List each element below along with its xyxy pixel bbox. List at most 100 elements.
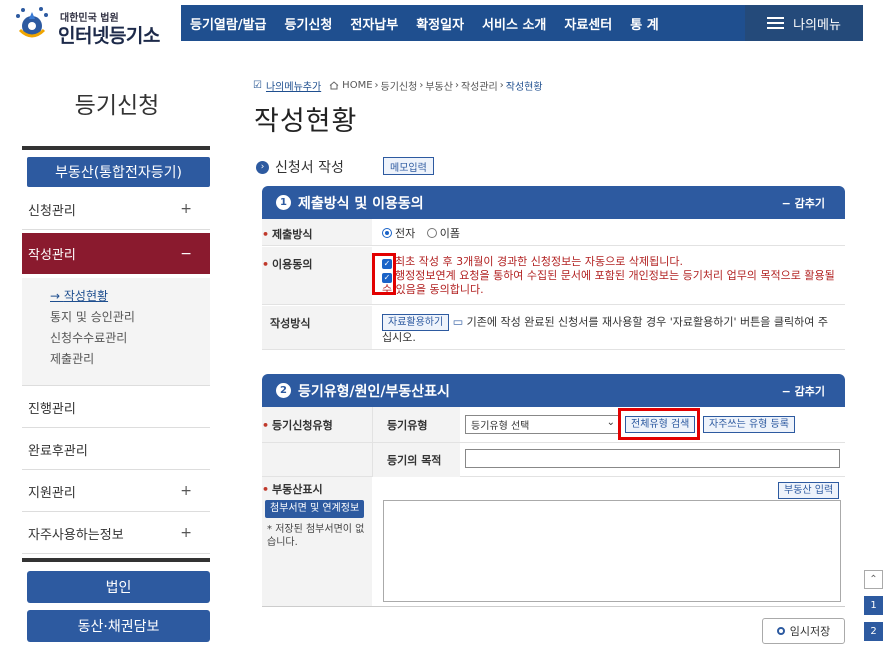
sidebar-item-frequent-info[interactable]: 자주사용하는정보 + <box>22 513 210 554</box>
panel-title: 제출방식 및 이용동의 <box>298 195 424 212</box>
scroll-top-icon[interactable]: ⌃ <box>864 570 883 589</box>
breadcrumb-home[interactable]: HOME <box>342 80 372 91</box>
panel-submission-consent-header: 1 제출방식 및 이용동의 − 감추기 <box>262 186 845 219</box>
menu-service-intro[interactable]: 서비스 소개 <box>473 14 555 33</box>
step-number-badge: 1 <box>276 195 291 210</box>
breadcrumb-real-estate[interactable]: 부동산 <box>425 78 453 93</box>
real-estate-input-button[interactable]: 부동산 입력 <box>778 482 840 499</box>
register-frequent-type-button[interactable]: 자주쓰는 유형 등록 <box>703 416 795 433</box>
submit-method-options: 전자 이폼 <box>372 219 845 245</box>
logo-title: 인터넷등기소 <box>58 25 160 47</box>
sidebar-item-apply-manage[interactable]: 신청관리 + <box>22 189 210 230</box>
attachments-linked-info-button[interactable]: 첨부서면 및 연계정보 <box>265 500 365 518</box>
required-marker: • <box>262 419 270 432</box>
menu-registry-apply[interactable]: 등기신청 <box>276 14 342 33</box>
corporation-button[interactable]: 법인 <box>27 571 210 603</box>
field-label: • 제출방식 <box>262 219 372 245</box>
menu-statistics[interactable]: 통 계 <box>621 14 667 33</box>
hamburger-icon <box>767 17 785 29</box>
radio-electronic[interactable] <box>382 228 392 238</box>
breadcrumb-current: 작성현황 <box>505 82 543 93</box>
submenu-item-notice-approval[interactable]: 통지 및 승인관리 <box>50 308 210 329</box>
row-divider <box>262 442 845 443</box>
required-marker: • <box>262 258 270 271</box>
breadcrumb-registry-apply[interactable]: 등기신청 <box>381 78 418 93</box>
radio-eform[interactable] <box>426 228 437 238</box>
submenu-item-submit-manage[interactable]: 제출관리 <box>50 350 210 371</box>
page-title: 작성현황 <box>254 106 358 137</box>
favorite-check-icon: ☑ <box>253 80 262 91</box>
add-my-menu-link[interactable]: 나의메뉴추가 <box>266 78 321 93</box>
breadcrumb-separator: › <box>419 80 424 91</box>
consent-item-2: ✓ 행정정보연계 요청을 통하여 수집된 문서에 포함된 개인정보는 등기처리 업… <box>382 269 835 296</box>
sidebar-item-label: 자주사용하는정보 <box>28 527 124 543</box>
registry-purpose-label: 등기의 목적 <box>387 454 442 467</box>
field-label: • 이용동의 <box>262 247 372 304</box>
expand-icon: + <box>180 201 192 217</box>
sidebar-item-progress-manage[interactable]: 진행관리 <box>22 387 210 428</box>
panel-title: 등기유형/원인/부동산표시 <box>298 383 450 400</box>
consent-item-1: ✓ 최초 작성 후 3개월이 경과한 신청정보는 자동으로 삭제됩니다. <box>382 255 683 269</box>
registry-type-select[interactable]: 등기유형 선택 ⌄ <box>465 415 620 434</box>
expand-icon: + <box>180 483 192 499</box>
breadcrumb-separator: › <box>454 80 459 91</box>
sidebar-section-header[interactable]: 부동산(통합전자등기) <box>27 157 210 187</box>
section-title-label: 신청서 작성 <box>275 160 344 176</box>
my-menu-button[interactable]: 나의메뉴 <box>745 5 863 41</box>
section-title: › 신청서 작성 <box>256 157 344 177</box>
expand-icon: + <box>180 525 192 541</box>
hide-panel-toggle[interactable]: − 감추기 <box>782 383 825 399</box>
sidebar-item-label: 완료후관리 <box>28 443 88 459</box>
note-bullet: * <box>267 524 276 535</box>
sidebar-item-complete-manage[interactable]: 완료후관리 <box>22 429 210 470</box>
step-number-badge: 2 <box>276 383 291 398</box>
required-marker: • <box>262 228 270 241</box>
submenu-item-write-status[interactable]: 작성현황 <box>50 287 210 308</box>
real-estate-display-area[interactable] <box>383 500 841 602</box>
movable-collateral-button[interactable]: 동산·채권담보 <box>27 610 210 642</box>
court-logo[interactable]: 대한민국 법원 인터넷등기소 <box>12 6 172 47</box>
chevron-down-icon: ⌄ <box>606 417 615 428</box>
memo-input-button[interactable]: 메모입력 <box>383 157 434 175</box>
required-marker: • <box>262 483 270 496</box>
highlight-box <box>618 408 700 440</box>
consent-row: • 이용동의 ✓ 최초 작성 후 3개월이 경과한 신청정보는 자동으로 삭제됩니다… <box>262 247 845 305</box>
submit-method-row: • 제출방식 전자 이폼 <box>262 219 845 246</box>
menu-fixed-date[interactable]: 확정일자 <box>407 14 473 33</box>
sidebar-item-label: 지원관리 <box>28 485 76 501</box>
reuse-data-button[interactable]: 자료활용하기 <box>382 314 450 331</box>
radio-label: 전자 <box>395 227 416 240</box>
temp-save-button[interactable]: 임시저장 <box>762 618 845 644</box>
menu-e-payment[interactable]: 전자납부 <box>341 14 407 33</box>
write-method-row: 작성방식 자료활용하기 ▭ 기존에 작성 완료된 신청서를 재사용할 경우 '자… <box>262 306 845 350</box>
chevron-right-icon: › <box>256 160 269 174</box>
breadcrumb: ☑ 나의메뉴추가 HOME › 등기신청 › 부동산 › 작성관리 › 작성현황 <box>253 78 543 93</box>
hide-panel-toggle[interactable]: − 감추기 <box>782 195 825 211</box>
breadcrumb-write-manage[interactable]: 작성관리 <box>461 78 498 93</box>
selected-value: 등기유형 선택 <box>471 421 530 432</box>
quick-page-2[interactable]: 2 <box>864 622 883 641</box>
court-emblem-icon <box>16 7 48 38</box>
sidebar-item-label: 신청관리 <box>28 203 76 219</box>
main-menu-bar: 등기열람/발급 등기신청 전자납부 확정일자 서비스 소개 자료센터 통 계 <box>181 5 801 41</box>
sidebar-title: 등기신청 <box>74 93 160 119</box>
sidebar-item-support-manage[interactable]: 지원관리 + <box>22 471 210 512</box>
menu-registry-view[interactable]: 등기열람/발급 <box>181 14 276 33</box>
sidebar-submenu: 작성현황 통지 및 승인관리 신청수수료관리 제출관리 <box>22 278 210 386</box>
info-arrow-icon: ▭ <box>452 315 464 329</box>
collapse-icon: − <box>180 245 192 262</box>
registry-purpose-input[interactable] <box>465 449 840 468</box>
home-icon <box>329 81 339 90</box>
submenu-item-fee-manage[interactable]: 신청수수료관리 <box>50 329 210 350</box>
sidebar-item-write-manage[interactable]: 작성관리 − <box>22 233 210 274</box>
field-label: 작성방식 <box>262 306 372 349</box>
sidebar-divider <box>22 558 210 562</box>
panel-registry-type-header: 2 등기유형/원인/부동산표시 − 감추기 <box>262 374 845 407</box>
top-navigation: 대한민국 법원 인터넷등기소 등기열람/발급 등기신청 전자납부 확정일자 서비… <box>0 0 891 50</box>
menu-data-center[interactable]: 자료센터 <box>555 14 621 33</box>
sidebar-divider <box>22 146 210 150</box>
registry-type-sub-label: 등기유형 <box>387 419 428 432</box>
circle-icon <box>776 627 785 635</box>
breadcrumb-separator: › <box>499 80 504 91</box>
quick-page-1[interactable]: 1 <box>864 596 883 615</box>
